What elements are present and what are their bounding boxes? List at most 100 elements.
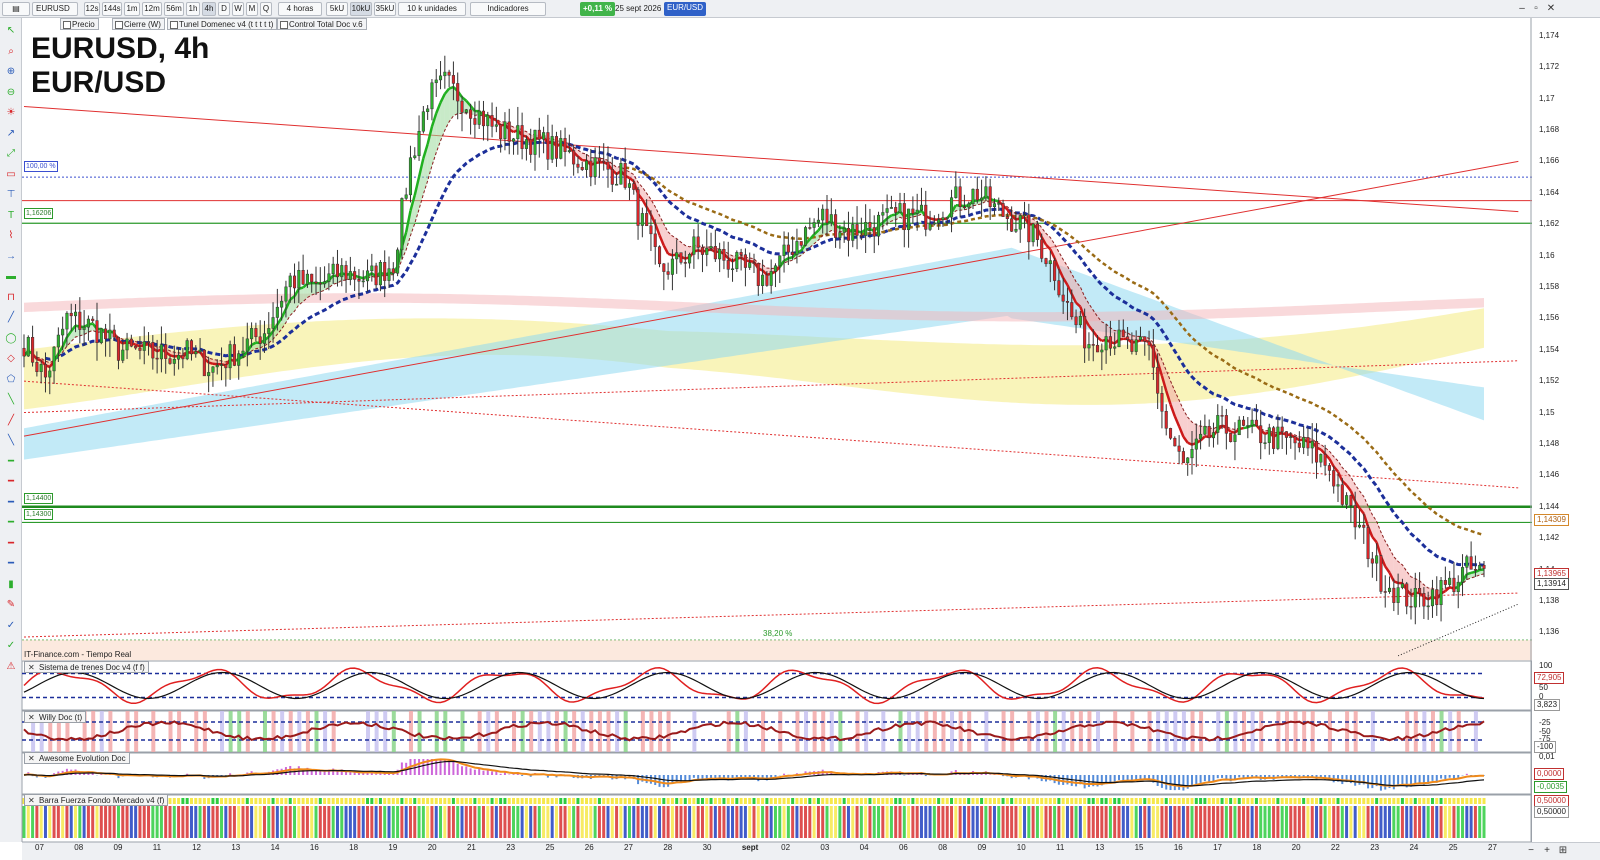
zoom-in-tool-icon[interactable]: ⊕ [4,65,18,79]
period-select[interactable]: 4 horas [278,2,322,16]
panel-trenes-label[interactable]: Sistema de trenes Doc v4 (f f) [24,661,149,673]
zoom-fit-icon[interactable]: ⊞ [1556,844,1570,858]
p4-top-bar [387,798,391,804]
indicators-button[interactable]: Indicadores [470,2,546,16]
drawing-toolbar: ↖ ⌕ ⊕ ⊖ ☀ ↗ ⤢ ▭ ⊤ Τ ⌇ → ▬ ⊓ ╱ ◯ ◇ ⬠ ╲ ╱ ╲ ━ ━ ━ ━ ━ ━ ▮ ✎ ✓ ✓ ⚠ [0,18,22,842]
warning-icon[interactable]: ⚠ [4,660,18,674]
price-chart[interactable] [22,18,1532,842]
level-line-icon-3[interactable]: ━ [4,496,18,510]
candle-body [670,258,674,275]
p4-strength-bar [473,806,477,838]
volume-10ku[interactable]: 10kU [350,2,372,16]
time-tick-label: 06 [898,843,908,852]
circle-icon[interactable]: ◯ [4,332,18,346]
sun-icon[interactable]: ☀ [4,106,18,120]
trendline-up-icon[interactable]: ╱ [4,414,18,428]
timeframe-4h[interactable]: 4h [202,2,216,16]
search-icon[interactable]: ⌕ [4,45,18,59]
panel-awesome-label[interactable]: Awesome Evolution Doc [24,752,130,764]
wave-icon[interactable]: ⌇ [4,229,18,243]
resize-icon[interactable]: ⤢ [4,147,18,161]
trendline-icon[interactable]: ╱ [4,311,18,325]
timeframe-56m[interactable]: 56m [164,2,184,16]
check-icon[interactable]: ✓ [4,619,18,633]
pointer-icon[interactable]: ↖ [4,24,18,38]
price-tick-label: 1,174 [1539,30,1560,40]
volume-5ku[interactable]: 5kU [326,2,348,16]
p4-strength-bar [400,806,404,838]
trendline-down-icon-2[interactable]: ╲ [4,434,18,448]
check-icon-2[interactable]: ✓ [4,639,18,653]
p4-strength-bar [748,806,752,838]
pencil-icon[interactable]: ✎ [4,598,18,612]
symbol-select[interactable]: EURUSD [32,2,78,16]
p4-strength-bar [1340,806,1344,838]
close-icon[interactable]: ✕ [1545,3,1557,15]
p4-strength-bar [1392,806,1396,838]
candle-body [1254,419,1258,426]
candle-body [1452,577,1456,593]
candle-body [1065,301,1070,303]
text-tool-icon[interactable]: Τ [4,209,18,223]
level-line-icon-5[interactable]: ━ [4,537,18,551]
p4-top-bar [894,798,898,804]
p3-histogram-bar [512,774,515,775]
candle-body [456,83,460,102]
candle-body [232,344,236,366]
p4-top-bar [1482,798,1486,804]
zoom-out-icon[interactable]: − [1524,844,1538,858]
level-line-icon[interactable]: ━ [4,455,18,469]
candle-body [898,203,902,213]
level-line-icon-2[interactable]: ━ [4,475,18,489]
p4-top-bar [1349,798,1353,804]
units-select[interactable]: 10 k unidades [398,2,466,16]
candle-body [172,358,176,364]
zoom-in-icon[interactable]: + [1540,844,1554,858]
timeframe-w[interactable]: W [232,2,244,16]
arrow-icon[interactable]: ↗ [4,127,18,141]
menu-icon[interactable]: ▤ [2,2,30,16]
rectangle-icon[interactable]: ▭ [4,168,18,182]
timeframe-1m[interactable]: 1m [124,2,140,16]
block-icon[interactable]: ▮ [4,578,18,592]
restore-icon[interactable]: ▫ [1530,3,1542,15]
p4-top-bar [301,798,305,804]
p4-top-bar [1469,798,1473,804]
channel-icon[interactable]: ⊓ [4,291,18,305]
horizontal-line-icon[interactable]: ⊤ [4,188,18,202]
panel-fuerza-label[interactable]: Barra Fuerza Fondo Mercado v4 (f) [24,794,169,806]
time-tick-label: 22 [1330,843,1340,852]
volume-35ku[interactable]: 35kU [374,2,396,16]
p4-strength-bar [258,806,262,838]
minimize-icon[interactable]: – [1516,3,1528,15]
panel-willy-label[interactable]: Willy Doc (t) [24,711,87,723]
candle-body [855,224,859,236]
p4-top-bar [232,798,236,804]
arrow-right-icon[interactable]: → [4,250,18,264]
p3-histogram-bar [1440,775,1443,779]
line-icon[interactable]: ▬ [4,270,18,284]
polygon-icon[interactable]: ⬠ [4,373,18,387]
diamond-icon[interactable]: ◇ [4,352,18,366]
p4-top-bar [1284,798,1288,804]
candle-body [688,254,692,264]
p4-top-bar [1216,798,1220,804]
timeframe-12s[interactable]: 12s [84,2,100,16]
trendline-down-icon[interactable]: ╲ [4,393,18,407]
timeframe-m[interactable]: M [246,2,258,16]
timeframe-1h[interactable]: 1h [186,2,200,16]
candle-body [215,364,219,368]
p4-strength-bar [967,806,971,838]
zoom-out-tool-icon[interactable]: ⊖ [4,86,18,100]
timeframe-12m[interactable]: 12m [142,2,162,16]
p4-strength-bar [576,806,580,838]
candle-body [1173,437,1177,447]
timeframe-q[interactable]: Q [260,2,272,16]
p4-top-bar [490,798,494,804]
level-line-icon-4[interactable]: ━ [4,516,18,530]
timeframe-144s[interactable]: 144s [102,2,122,16]
candle-body [533,129,537,155]
timeframe-d[interactable]: D [218,2,230,16]
p4-top-bar [1379,798,1383,804]
level-line-icon-6[interactable]: ━ [4,557,18,571]
